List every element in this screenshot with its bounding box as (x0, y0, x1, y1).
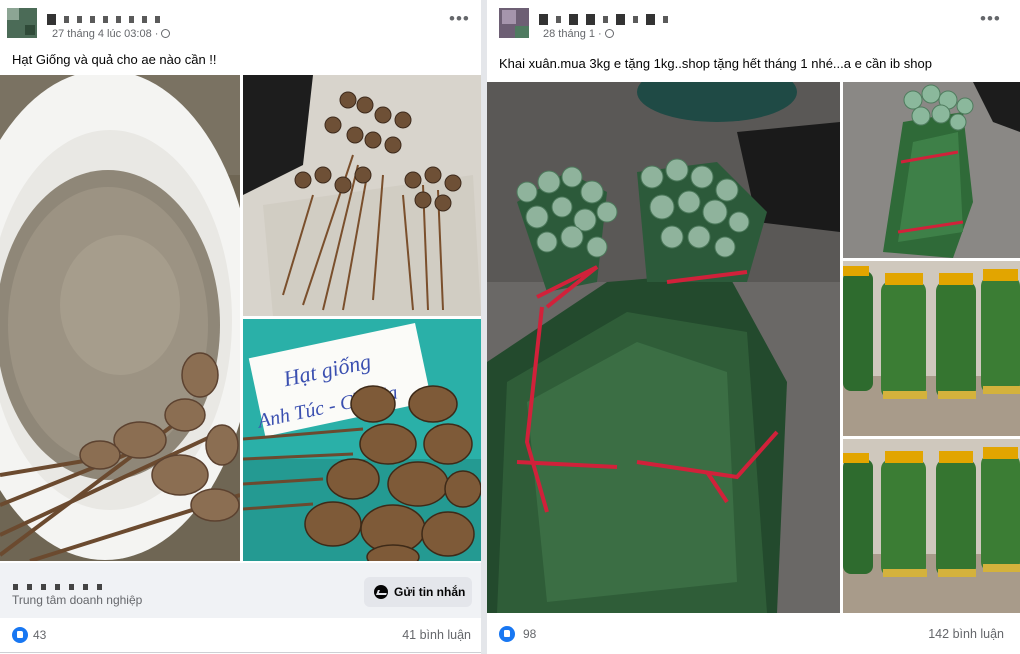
post-text: Khai xuân.mua 3kg e tặng 1kg..shop tặng … (499, 56, 932, 71)
divider (0, 652, 481, 653)
globe-icon (161, 29, 171, 38)
post-timestamp[interactable]: 28 tháng 1 · (543, 28, 614, 40)
send-message-button[interactable]: Gửi tin nhắn (364, 577, 472, 607)
like-icon[interactable] (499, 626, 515, 642)
more-options-icon[interactable]: ••• (980, 10, 1001, 27)
photo-poppy-bundle-small[interactable] (843, 82, 1020, 258)
more-options-icon[interactable]: ••• (449, 10, 470, 27)
post-header: 28 tháng 1 · ••• (487, 0, 1020, 44)
like-count[interactable]: 43 (33, 628, 46, 642)
author-name-redacted[interactable] (539, 11, 676, 26)
photo-dried-pods[interactable] (243, 75, 481, 316)
photo-poppy-bundles[interactable] (487, 82, 840, 613)
photo-pods-with-sign[interactable]: Hạt giống Anh Túc - Cần Sa (243, 319, 481, 561)
messenger-icon (374, 585, 388, 599)
avatar[interactable] (7, 8, 37, 38)
reaction-bar: 43 41 bình luận (0, 618, 481, 654)
send-message-label: Gửi tin nhắn (394, 585, 466, 599)
photo-poppy-seeds[interactable] (0, 75, 240, 561)
post-card-2: 28 tháng 1 · ••• Khai xuân.mua 3kg e tặn… (487, 0, 1020, 654)
business-label[interactable]: Trung tâm doanh nghiệp (12, 593, 142, 607)
timestamp-text: 28 tháng 1 · (543, 28, 602, 40)
photo-jars-1[interactable] (843, 261, 1020, 436)
comment-count[interactable]: 142 bình luận (928, 627, 1004, 641)
business-footer: Trung tâm doanh nghiệp Gửi tin nhắn (0, 563, 481, 618)
like-count[interactable]: 98 (523, 627, 536, 641)
reaction-bar: 98 142 bình luận (487, 617, 1020, 653)
like-icon[interactable] (12, 627, 28, 643)
timestamp-text: 27 tháng 4 lúc 03:08 · (52, 28, 159, 40)
post-text: Hạt Giống và quả cho ae nào cần !! (12, 52, 217, 67)
globe-icon (604, 29, 614, 38)
comment-count[interactable]: 41 bình luận (402, 628, 471, 642)
post-header: 27 tháng 4 lúc 03:08 · ••• (0, 0, 481, 44)
avatar[interactable] (499, 8, 529, 38)
post-card-1: 27 tháng 4 lúc 03:08 · ••• Hạt Giống và … (0, 0, 481, 654)
post-timestamp[interactable]: 27 tháng 4 lúc 03:08 · (52, 28, 171, 40)
author-name-redacted[interactable] (47, 11, 168, 26)
photo-jars-2[interactable] (843, 439, 1020, 613)
